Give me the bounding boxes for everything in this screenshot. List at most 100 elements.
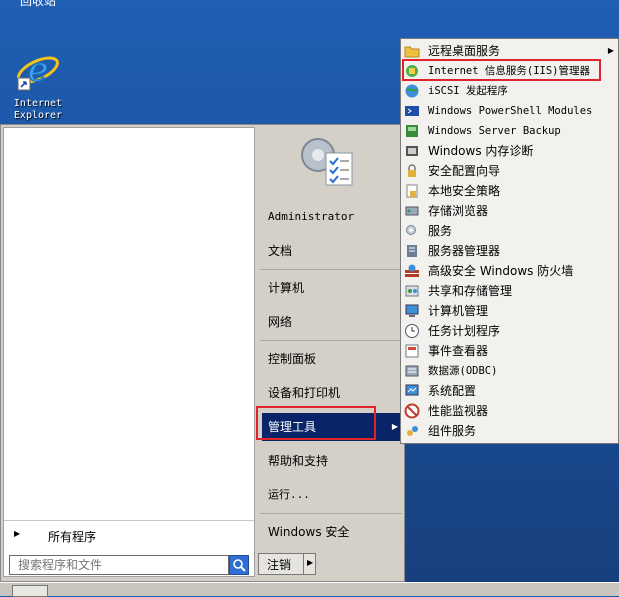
menu-item-label: 安全配置向导 [428,164,501,178]
recycle-bin-label[interactable]: 回收站 [20,0,56,9]
gear-checklist-icon [301,138,353,186]
triangle-right-icon: ▶ [607,46,614,55]
internet-explorer-icon: e [16,48,60,92]
triangle-right-icon: ▶ [14,529,21,538]
folder-icon [404,46,420,58]
menu-item-label: 任务计划程序 [428,324,501,338]
server-manager-icon [407,245,417,257]
run-item[interactable]: 运行... [262,481,402,509]
triangle-right-icon: ▶ [391,422,398,431]
menu-item-label: Windows 内存诊断 [428,144,534,158]
separator [260,340,402,341]
menu-item-odbc[interactable]: 数据源(ODBC) [401,361,618,381]
menu-item-label: 服务器管理器 [428,244,501,258]
computer-item[interactable]: 计算机 [262,274,402,302]
perfmon-icon [404,403,420,419]
menu-item-security-wizard[interactable]: 安全配置向导 [401,161,618,181]
menu-item-label: Internet 信息服务(IIS)管理器 [428,65,591,77]
menu-item-services[interactable]: 服务 [401,221,618,241]
all-programs-label: 所有程序 [48,530,97,544]
share-icon [405,285,419,297]
button-divider [303,554,304,574]
component-icon [407,426,418,436]
event-viewer-icon [405,344,419,358]
menu-item-server-manager[interactable]: 服务器管理器 [401,241,618,261]
start-button[interactable] [12,585,48,597]
storage-icon [405,206,419,216]
menu-item-label: 性能监视器 [428,404,489,418]
search-input[interactable] [9,555,229,575]
internet-explorer-shortcut[interactable]: e Internet Explorer [10,48,66,122]
documents-item[interactable]: 文档 [262,237,402,265]
logout-label: 注销 [267,557,292,572]
user-picture[interactable] [296,129,360,193]
menu-item-label: 事件查看器 [428,344,489,358]
clock-icon [405,324,419,338]
backup-icon [406,125,418,137]
services-icon [406,225,416,235]
menu-item-system-config[interactable]: 系统配置 [401,381,618,401]
policy-icon [406,184,418,198]
all-programs-button[interactable]: ▶ 所有程序 [4,520,254,548]
network-item[interactable]: 网络 [262,308,402,336]
devices-printers-item[interactable]: 设备和打印机 [262,379,402,407]
admin-tools-label: 管理工具 [268,420,317,434]
search-button[interactable] [229,555,249,575]
menu-item-label: Windows PowerShell Modules [428,105,593,117]
ie-label-line1: Internet [13,98,63,109]
taskbar [0,582,619,597]
powershell-icon [405,106,419,116]
ie-label: Internet Explorer [10,98,66,122]
menu-item-label: 远程桌面服务 [428,44,501,58]
firewall-icon [405,264,419,277]
control-panel-item[interactable]: 控制面板 [262,345,402,373]
menu-item-label: 共享和存储管理 [428,284,513,298]
menu-item-label: 服务 [428,224,453,238]
menu-item-iscsi[interactable]: iSCSI 发起程序 [401,81,618,101]
logout-button[interactable]: 注销 ▶ [258,553,316,575]
security-wizard-icon [408,164,416,177]
menu-item-label: 存储浏览器 [428,204,489,218]
memory-icon [406,146,418,156]
computer-mgmt-icon [405,304,419,317]
menu-item-remote-desktop[interactable]: 远程桌面服务 ▶ [401,41,618,61]
triangle-right-icon[interactable]: ▶ [307,558,313,567]
menu-item-powershell[interactable]: Windows PowerShell Modules [401,101,618,121]
menu-item-label: 系统配置 [428,384,477,398]
help-support-item[interactable]: 帮助和支持 [262,447,402,475]
svg-text:e: e [28,50,48,90]
menu-item-storage-explorer[interactable]: 存储浏览器 [401,201,618,221]
search-icon [233,559,246,572]
menu-item-performance-monitor[interactable]: 性能监视器 [401,401,618,421]
menu-item-local-security-policy[interactable]: 本地安全策略 [401,181,618,201]
menu-item-event-viewer[interactable]: 事件查看器 [401,341,618,361]
start-menu: ▶ 所有程序 Administrator 文档 计算 [0,124,405,582]
windows-security-item[interactable]: Windows 安全 [262,518,402,546]
menu-item-label: 本地安全策略 [428,184,501,198]
globe-icon [405,84,419,98]
programs-pane: ▶ 所有程序 [3,127,255,577]
iis-icon [406,65,418,77]
menu-item-label: 计算机管理 [428,304,489,318]
menu-item-label: 高级安全 Windows 防火墙 [428,264,574,278]
menu-item-server-backup[interactable]: Windows Server Backup [401,121,618,141]
menu-item-component-services[interactable]: 组件服务 [401,421,618,441]
menu-item-label: 数据源(ODBC) [428,365,498,377]
separator [260,269,402,270]
admin-tools-submenu: 远程桌面服务 ▶ Internet 信息服务(IIS)管理器 iSCSI 发起程… [400,38,619,444]
menu-item-memory-diagnostic[interactable]: Windows 内存诊断 [401,141,618,161]
admin-tools-item[interactable]: 管理工具 ▶ [262,413,404,441]
menu-item-computer-management[interactable]: 计算机管理 [401,301,618,321]
menu-item-share-storage[interactable]: 共享和存储管理 [401,281,618,301]
menu-item-label: Windows Server Backup [428,125,561,137]
menu-item-firewall[interactable]: 高级安全 Windows 防火墙 [401,261,618,281]
menu-item-label: iSCSI 发起程序 [428,85,508,97]
places-pane: Administrator 文档 计算机 网络 控制面板 设备和打印机 管理工具… [256,125,404,581]
menu-item-task-scheduler[interactable]: 任务计划程序 [401,321,618,341]
user-name-item[interactable]: Administrator [262,203,402,231]
menu-item-label: 组件服务 [428,424,477,438]
ie-label-line2: Explorer [13,110,63,121]
odbc-icon [405,365,419,377]
sysconfig-icon [405,384,419,396]
menu-item-iis-manager[interactable]: Internet 信息服务(IIS)管理器 [401,61,618,81]
